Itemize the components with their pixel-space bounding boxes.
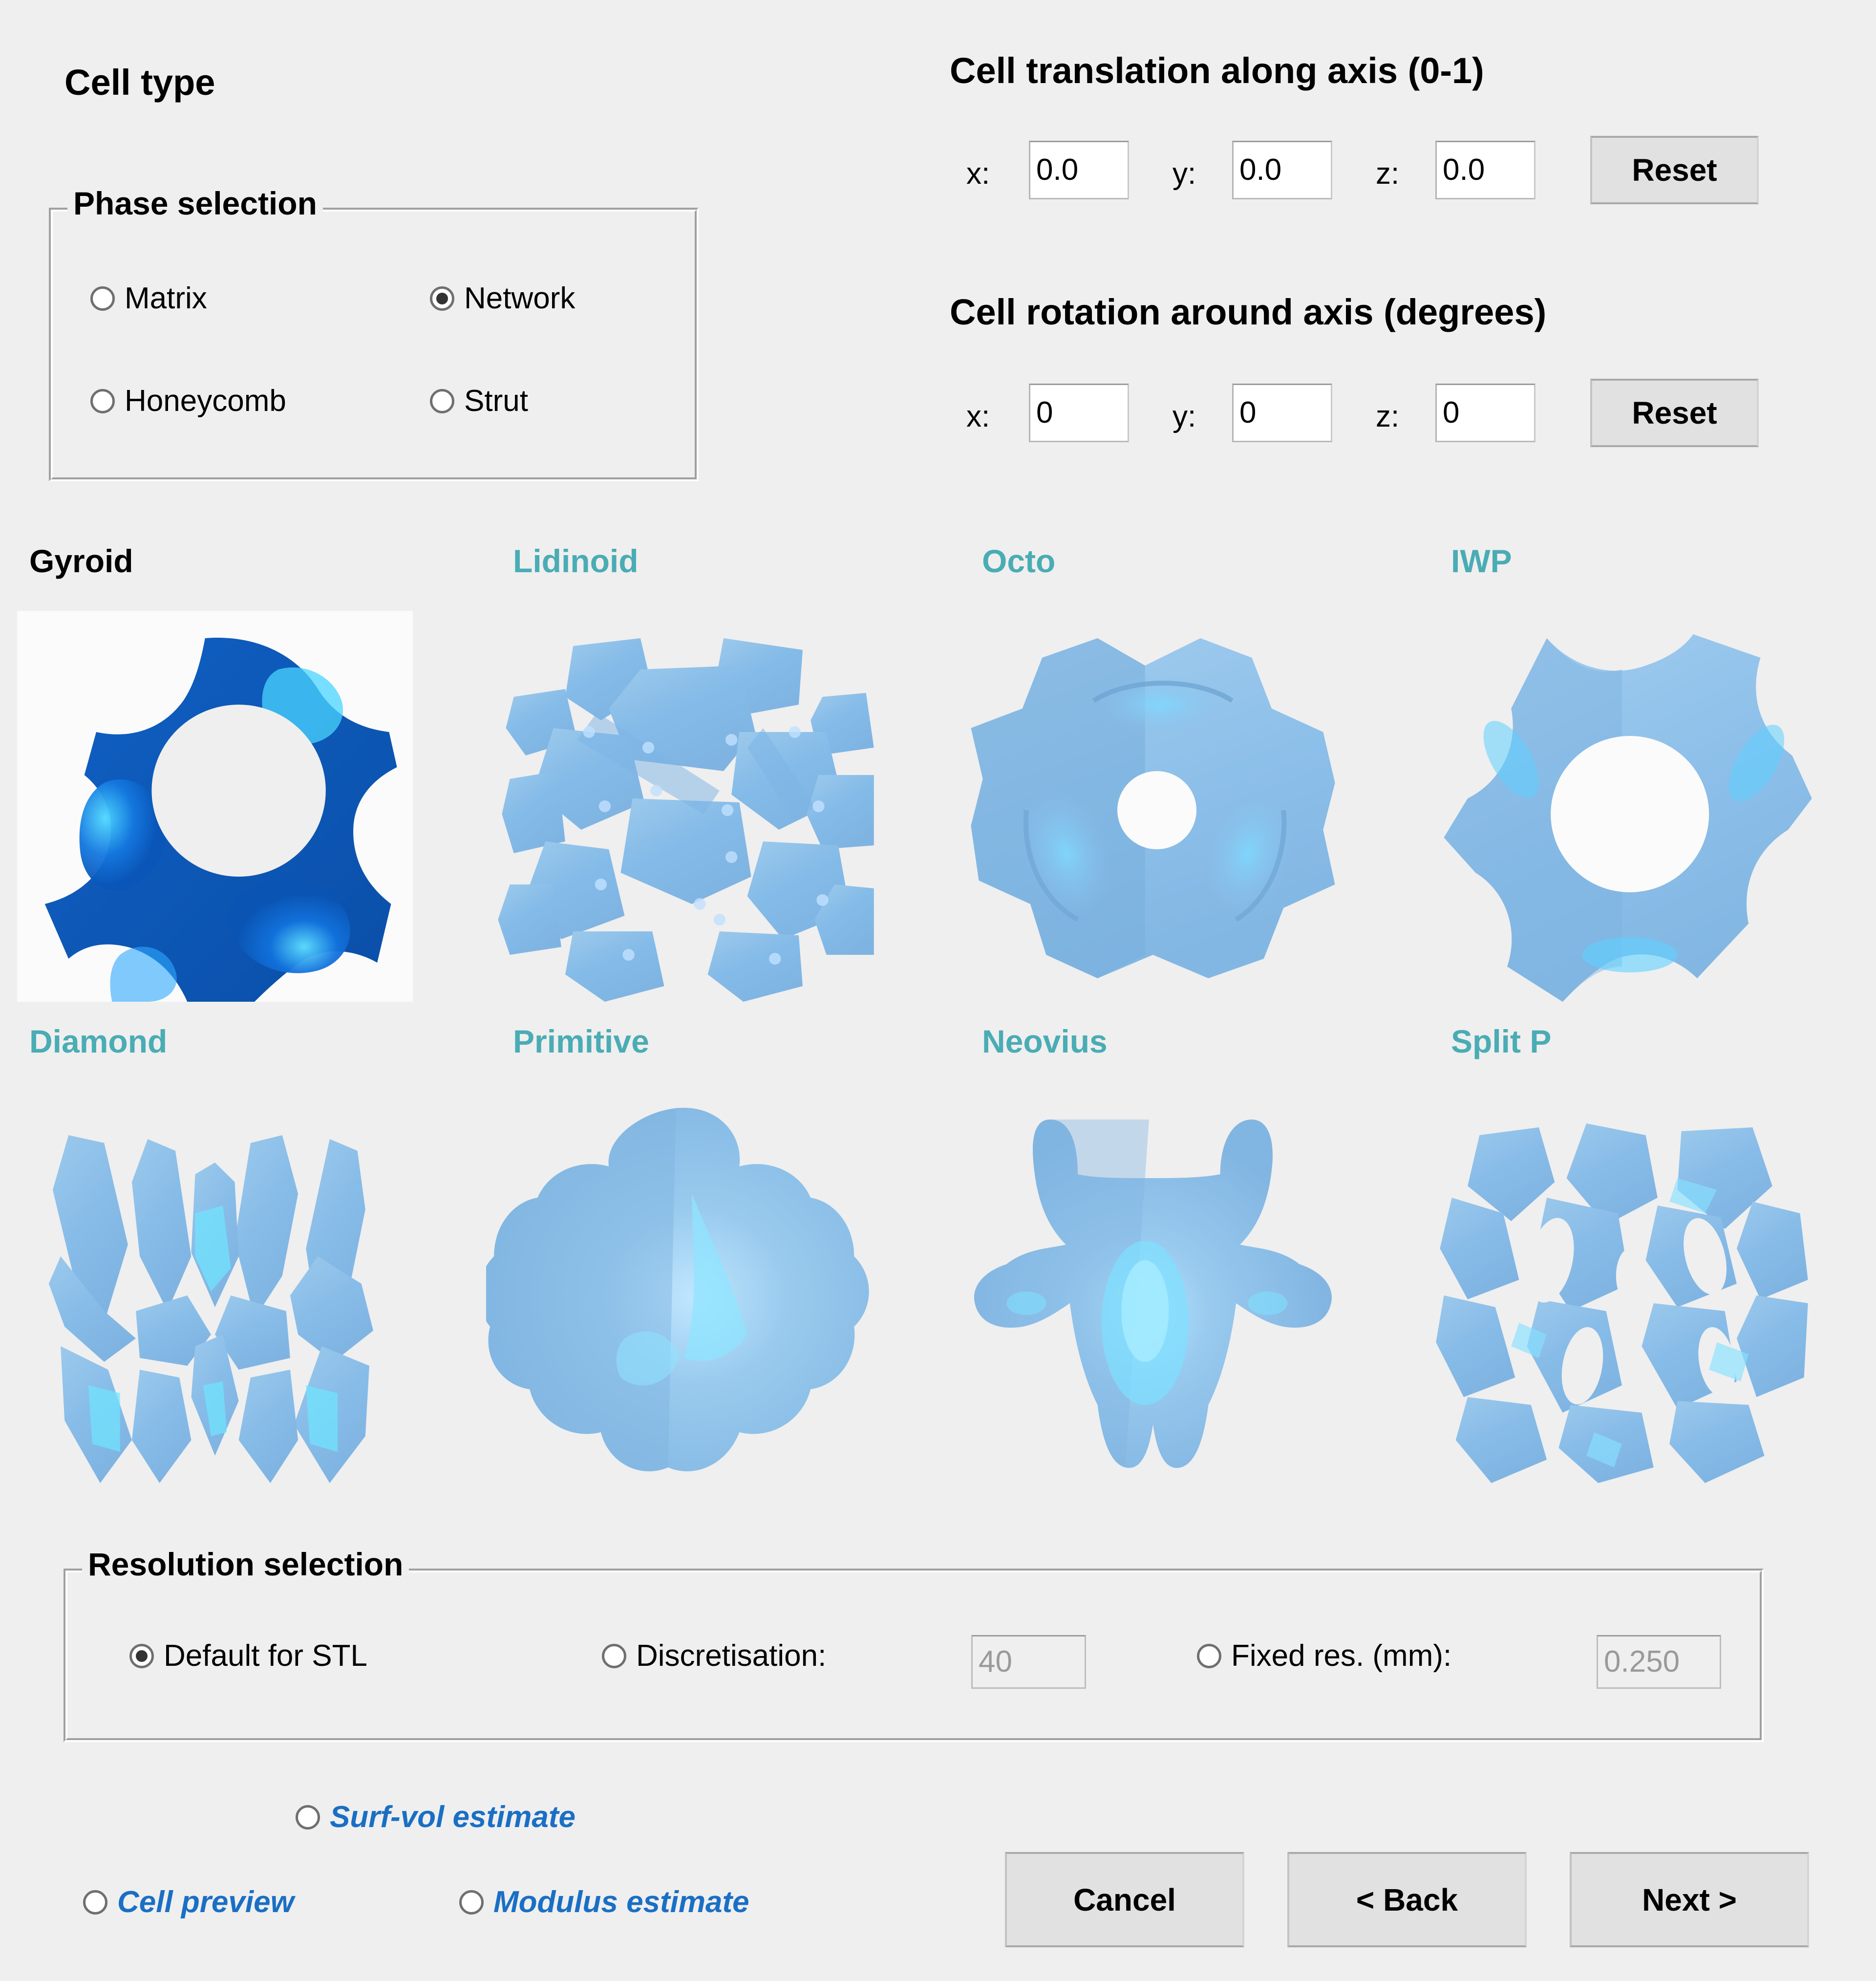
- radio-indicator-matrix[interactable]: [90, 286, 115, 311]
- tile-thumbnail-lidinoid[interactable]: [486, 611, 882, 1002]
- tile-thumbnail-neovius[interactable]: [955, 1092, 1351, 1483]
- phase-selection-title: Phase selection: [67, 187, 323, 219]
- radio-phase-honeycomb[interactable]: Honeycomb: [90, 386, 286, 416]
- radio-modulus-estimate[interactable]: Modulus estimate: [459, 1887, 749, 1917]
- rotation-y-label: y:: [1172, 400, 1196, 433]
- rotation-heading: Cell rotation around axis (degrees): [950, 292, 1547, 332]
- tile-thumbnail-iwp[interactable]: [1424, 611, 1820, 1002]
- fixed-res-input[interactable]: 0.250: [1597, 1635, 1721, 1689]
- tile-thumbnail-primitive[interactable]: [486, 1092, 882, 1483]
- radio-indicator-strut[interactable]: [430, 389, 454, 413]
- tile-label-lidinoid[interactable]: Lidinoid: [513, 545, 639, 577]
- radio-surf-vol-estimate[interactable]: Surf-vol estimate: [296, 1802, 576, 1832]
- rotation-z-label: z:: [1376, 400, 1400, 433]
- radio-label-strut: Strut: [464, 384, 528, 418]
- radio-indicator-discretisation[interactable]: [602, 1644, 626, 1668]
- rotation-y-input[interactable]: 0: [1232, 384, 1332, 442]
- tile-label-neovius[interactable]: Neovius: [982, 1025, 1108, 1057]
- radio-label-network: Network: [464, 281, 576, 315]
- radio-label-surf-vol-estimate: Surf-vol estimate: [330, 1800, 576, 1834]
- rotation-x-label: x:: [966, 400, 990, 433]
- tile-label-diamond[interactable]: Diamond: [29, 1025, 167, 1057]
- tile-thumbnail-split-p[interactable]: [1424, 1092, 1820, 1483]
- radio-label-discretisation: Discretisation:: [636, 1639, 827, 1673]
- translation-z-input[interactable]: 0.0: [1435, 141, 1535, 199]
- radio-indicator-default-stl[interactable]: [129, 1644, 154, 1668]
- cancel-button[interactable]: Cancel: [1005, 1852, 1244, 1947]
- radio-label-matrix: Matrix: [125, 281, 207, 315]
- radio-indicator-fixed-res[interactable]: [1197, 1644, 1221, 1668]
- tile-label-gyroid[interactable]: Gyroid: [29, 545, 133, 577]
- radio-label-modulus-estimate: Modulus estimate: [493, 1885, 749, 1919]
- radio-label-fixed-res: Fixed res. (mm):: [1231, 1639, 1452, 1673]
- radio-indicator-honeycomb[interactable]: [90, 389, 115, 413]
- translation-y-label: y:: [1172, 157, 1196, 191]
- back-button[interactable]: < Back: [1287, 1852, 1527, 1947]
- rotation-z-input[interactable]: 0: [1435, 384, 1535, 442]
- tile-label-octo[interactable]: Octo: [982, 545, 1055, 577]
- radio-phase-matrix[interactable]: Matrix: [90, 283, 207, 314]
- phase-selection-group: Phase selection: [49, 187, 699, 481]
- next-button[interactable]: Next >: [1570, 1852, 1809, 1947]
- page-title: Cell type: [64, 62, 215, 103]
- translation-x-input[interactable]: 0.0: [1029, 141, 1129, 199]
- tile-label-primitive[interactable]: Primitive: [513, 1025, 649, 1057]
- radio-indicator-modulus-estimate[interactable]: [459, 1890, 484, 1915]
- translation-reset-button[interactable]: Reset: [1590, 136, 1759, 204]
- rotation-x-input[interactable]: 0: [1029, 384, 1129, 442]
- tile-thumbnail-gyroid[interactable]: [17, 611, 413, 1002]
- radio-indicator-cell-preview[interactable]: [83, 1890, 107, 1915]
- discretisation-input[interactable]: 40: [971, 1635, 1086, 1689]
- tile-label-iwp[interactable]: IWP: [1451, 545, 1512, 577]
- radio-indicator-network[interactable]: [430, 286, 454, 311]
- rotation-reset-button[interactable]: Reset: [1590, 379, 1759, 447]
- translation-heading: Cell translation along axis (0-1): [950, 50, 1484, 91]
- radio-label-honeycomb: Honeycomb: [125, 384, 286, 418]
- translation-x-label: x:: [966, 157, 990, 191]
- radio-phase-strut[interactable]: Strut: [430, 386, 528, 416]
- resolution-selection-title: Resolution selection: [82, 1548, 409, 1580]
- radio-phase-network[interactable]: Network: [430, 283, 575, 314]
- radio-indicator-surf-vol-estimate[interactable]: [296, 1805, 320, 1830]
- radio-resolution-default-stl[interactable]: Default for STL: [129, 1641, 367, 1671]
- radio-resolution-discretisation[interactable]: Discretisation:: [602, 1641, 826, 1671]
- tile-thumbnail-diamond[interactable]: [17, 1092, 413, 1483]
- radio-cell-preview[interactable]: Cell preview: [83, 1887, 294, 1917]
- radio-label-default-stl: Default for STL: [164, 1639, 367, 1673]
- translation-z-label: z:: [1376, 157, 1400, 191]
- radio-label-cell-preview: Cell preview: [117, 1885, 294, 1919]
- tile-thumbnail-octo[interactable]: [955, 611, 1351, 1002]
- tile-label-split-p[interactable]: Split P: [1451, 1025, 1551, 1057]
- radio-resolution-fixed-res[interactable]: Fixed res. (mm):: [1197, 1641, 1451, 1671]
- translation-y-input[interactable]: 0.0: [1232, 141, 1332, 199]
